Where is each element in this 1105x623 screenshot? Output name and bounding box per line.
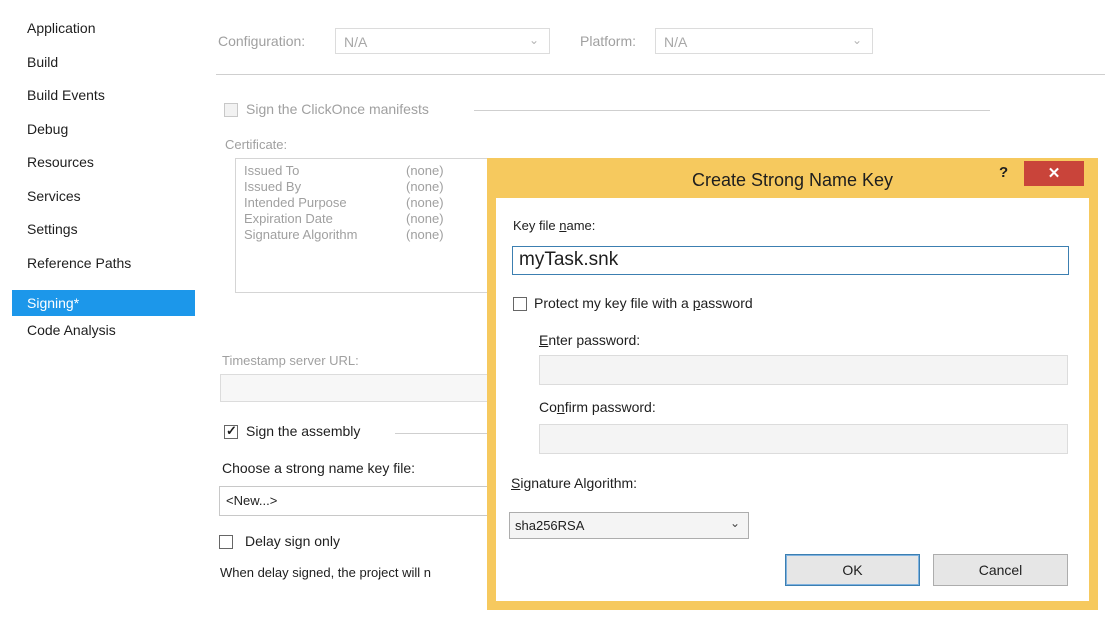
create-strong-name-key-dialog: Create Strong Name Key ? ✕ Key file name… bbox=[487, 158, 1098, 610]
confirm-password-input[interactable] bbox=[539, 424, 1068, 454]
key-file-name-label: Key file name: bbox=[513, 218, 596, 233]
key-file-dropdown[interactable]: <New...> bbox=[219, 486, 495, 516]
platform-label: Platform: bbox=[580, 33, 637, 49]
cert-field-name: Signature Algorithm bbox=[244, 227, 358, 242]
key-file-label: Choose a strong name key file: bbox=[222, 460, 415, 476]
signature-algorithm-label: Signature Algorithm: bbox=[511, 475, 638, 491]
delay-sign-note: When delay signed, the project will n bbox=[220, 565, 432, 580]
protect-password-checkbox[interactable] bbox=[513, 297, 527, 311]
chevron-down-icon: ⌄ bbox=[729, 516, 740, 530]
sidebar-item-signing[interactable]: Signing* bbox=[12, 290, 195, 316]
timestamp-input[interactable] bbox=[220, 374, 495, 402]
sidebar-item-services[interactable]: Services bbox=[12, 183, 195, 209]
platform-dropdown[interactable]: N/A ⌄ bbox=[655, 28, 873, 54]
certificate-label: Certificate: bbox=[225, 137, 288, 152]
chevron-down-icon: ⌄ bbox=[851, 33, 862, 47]
platform-value: N/A bbox=[664, 34, 688, 50]
cert-field-name: Expiration Date bbox=[244, 211, 333, 226]
sidebar-item-resources[interactable]: Resources bbox=[12, 149, 195, 175]
cert-field-value: (none) bbox=[406, 227, 444, 242]
protect-password-label: Protect my key file with a password bbox=[534, 295, 753, 311]
configuration-label: Configuration: bbox=[218, 33, 306, 49]
clickonce-divider bbox=[474, 110, 990, 111]
key-file-value: <New...> bbox=[226, 493, 278, 508]
signature-algorithm-value: sha256RSA bbox=[515, 518, 585, 533]
configuration-value: N/A bbox=[344, 34, 368, 50]
ok-button[interactable]: OK bbox=[785, 554, 920, 586]
header-divider bbox=[216, 74, 1105, 75]
cert-field-name: Issued By bbox=[244, 179, 302, 194]
clickonce-checkbox[interactable] bbox=[224, 103, 238, 117]
cert-field-name: Intended Purpose bbox=[244, 195, 347, 210]
dialog-body: Key file name: myTask.snk Protect my key… bbox=[496, 198, 1089, 601]
sidebar-item-settings[interactable]: Settings bbox=[12, 216, 195, 242]
sidebar-item-build-events[interactable]: Build Events bbox=[12, 82, 195, 108]
key-file-name-input[interactable]: myTask.snk bbox=[512, 246, 1069, 275]
sidebar-item-debug[interactable]: Debug bbox=[12, 116, 195, 142]
sidebar-item-build[interactable]: Build bbox=[12, 49, 195, 75]
sign-assembly-label: Sign the assembly bbox=[246, 423, 361, 439]
timestamp-label: Timestamp server URL: bbox=[222, 353, 359, 368]
sidebar-item-reference-paths[interactable]: Reference Paths bbox=[12, 250, 195, 276]
sign-assembly-divider bbox=[395, 433, 495, 434]
cert-field-value: (none) bbox=[406, 211, 444, 226]
sign-assembly-checkbox[interactable]: ✓ bbox=[224, 423, 238, 439]
delay-sign-checkbox[interactable] bbox=[219, 535, 233, 549]
cert-field-value: (none) bbox=[406, 195, 444, 210]
cert-field-value: (none) bbox=[406, 179, 444, 194]
enter-password-label: Enter password: bbox=[539, 332, 641, 348]
cancel-button[interactable]: Cancel bbox=[933, 554, 1068, 586]
clickonce-label: Sign the ClickOnce manifests bbox=[246, 101, 429, 117]
selected-item-arrow bbox=[180, 290, 194, 316]
key-file-name-value: myTask.snk bbox=[519, 249, 619, 270]
enter-password-input[interactable] bbox=[539, 355, 1068, 385]
close-icon[interactable]: ✕ bbox=[1024, 161, 1084, 186]
sidebar-item-application[interactable]: Application bbox=[12, 15, 195, 41]
checkmark-icon: ✓ bbox=[226, 423, 237, 438]
configuration-dropdown[interactable]: N/A ⌄ bbox=[335, 28, 550, 54]
cert-field-name: Issued To bbox=[244, 163, 300, 178]
help-icon[interactable]: ? bbox=[999, 164, 1008, 181]
delay-sign-label: Delay sign only bbox=[245, 533, 340, 549]
sidebar-item-code-analysis[interactable]: Code Analysis bbox=[12, 317, 195, 343]
confirm-password-label: Confirm password: bbox=[539, 399, 656, 415]
chevron-down-icon: ⌄ bbox=[528, 33, 539, 47]
cert-field-value: (none) bbox=[406, 163, 444, 178]
signature-algorithm-dropdown[interactable]: sha256RSA ⌄ bbox=[509, 512, 749, 539]
certificate-panel: Issued To (none) Issued By (none) Intend… bbox=[235, 158, 495, 293]
